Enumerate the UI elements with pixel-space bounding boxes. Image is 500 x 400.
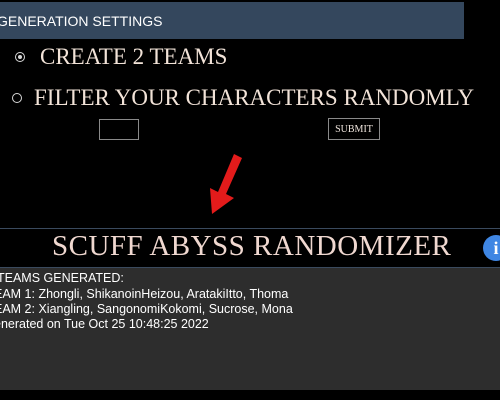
team-2-result: EAM 2: Xiangling, SangonomiKokomi, Sucro… (0, 302, 293, 316)
down-left-arrow-icon (210, 154, 242, 214)
team-count-input[interactable] (99, 119, 139, 140)
option-create-teams[interactable]: CREATE 2 TEAMS (10, 44, 227, 70)
filter-characters-label: FILTER YOUR CHARACTERS RANDOMLY (34, 85, 475, 110)
create-teams-label: CREATE 2 TEAMS (40, 44, 228, 69)
generated-timestamp: enerated on Tue Oct 25 10:48:25 2022 (0, 317, 209, 331)
create-teams-radio[interactable] (15, 52, 25, 62)
filter-characters-radio[interactable] (12, 93, 22, 103)
submit-button[interactable]: SUBMIT (328, 118, 380, 140)
app-title: SCUFF ABYSS RANDOMIZER (52, 230, 452, 262)
team-1-result: EAM 1: Zhongli, ShikanoinHeizou, Arataki… (0, 287, 289, 301)
option-filter-characters[interactable]: FILTER YOUR CHARACTERS RANDOMLY (10, 85, 474, 111)
settings-header: GENERATION SETTINGS (0, 2, 464, 39)
results-heading: TEAMS GENERATED: (0, 271, 124, 285)
settings-header-title: GENERATION SETTINGS (0, 12, 163, 29)
